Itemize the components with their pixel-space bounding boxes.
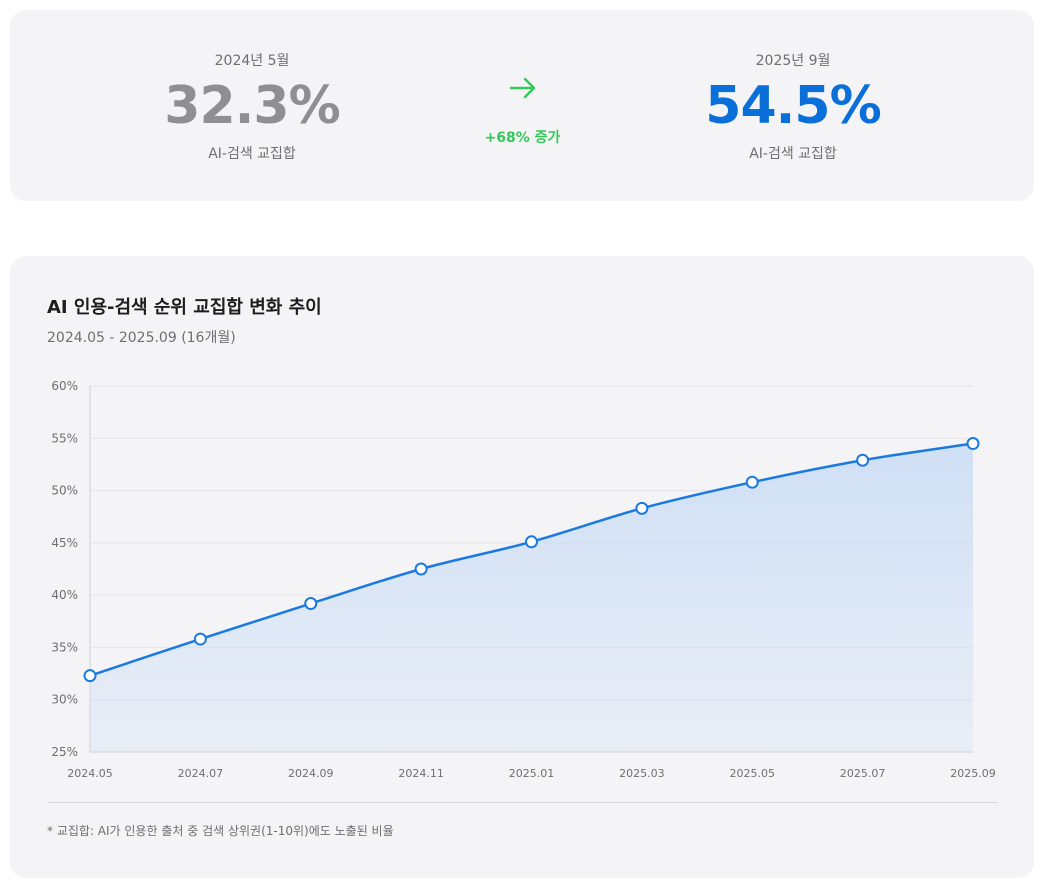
summary-card: 2024년 5월 32.3% AI-검색 교집합 +68% 증가 2025년 9… [10,10,1034,201]
x-tick-label: 2024.09 [288,767,334,780]
stat-before-label: AI-검색 교집합 [208,146,296,162]
stat-after-period: 2025년 9월 [755,53,831,69]
line-chart: 25% 30% 35% 40% 45% 50% 55% 60% 2024.05 2024.07 20… [51,379,996,780]
y-tick-label: 55% [51,431,78,445]
x-tick-label: 2025.01 [509,767,555,780]
chart-card: AI 인용-검색 순위 교집합 변화 추이 2024.05 - 2025.09 … [10,256,1034,878]
y-tick-label: 35% [51,640,78,654]
data-point [193,632,207,646]
x-tick-label: 2025.07 [840,767,886,780]
x-tick-label: 2025.05 [730,767,776,780]
data-point [83,669,97,683]
y-tick-label: 45% [51,536,78,550]
y-tick-label: 25% [51,745,78,759]
change-delta-text: +68% 증가 [484,130,561,146]
data-point [966,437,980,451]
y-tick-label: 60% [51,379,78,393]
footnote: * 교집합: AI가 인용한 출처 중 검색 상위권(1-10위)에도 노출된 … [47,824,394,838]
x-tick-label: 2025.03 [619,767,665,780]
x-tick-label: 2025.09 [950,767,996,780]
data-point [525,535,538,549]
stat-after-label: AI-검색 교집합 [749,146,837,162]
x-tick-label: 2024.07 [178,767,224,780]
stat-after-value: 54.5% [705,76,881,136]
y-tick-label: 40% [51,588,78,602]
data-point [635,501,649,515]
area-fill [90,443,973,752]
stat-before-value: 32.3% [164,76,340,136]
stat-before-period: 2024년 5월 [214,53,290,69]
data-point [856,453,870,467]
x-tick-label: 2024.11 [398,767,444,780]
divider [47,802,998,803]
data-point [745,475,759,489]
y-tick-label: 50% [51,484,78,498]
data-point [304,597,318,611]
y-tick-label: 30% [51,693,78,707]
x-tick-label: 2024.05 [67,767,113,780]
arrow-right-icon [460,76,585,104]
data-point [414,562,428,576]
